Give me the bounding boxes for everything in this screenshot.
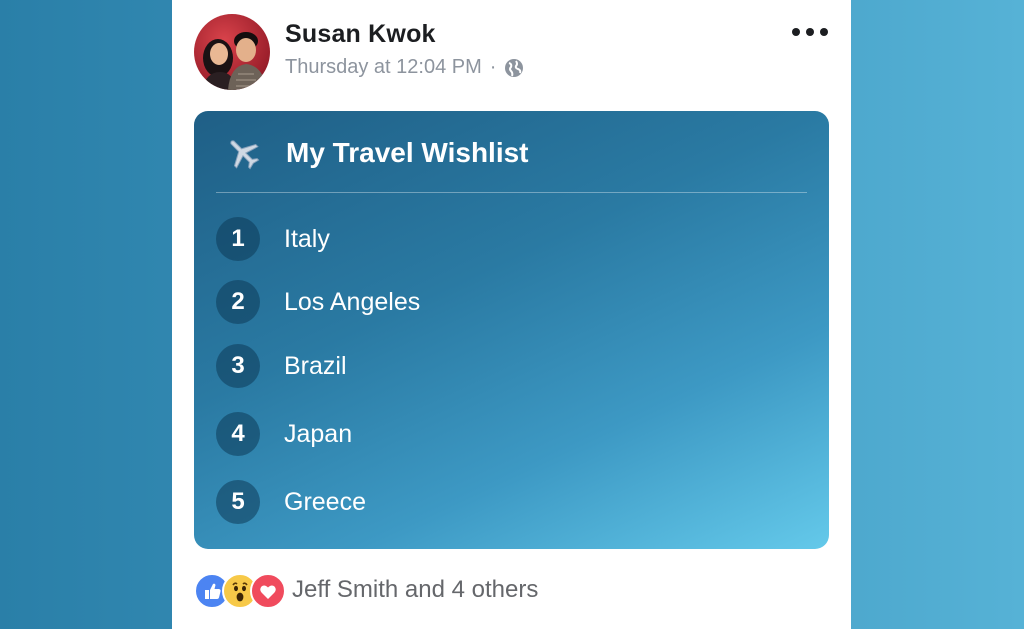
list-item-label: Greece — [284, 487, 366, 516]
avatar-photo — [202, 32, 266, 90]
reactions-summary[interactable]: Jeff Smith and 4 others — [292, 576, 538, 604]
list-item: 1 Italy — [216, 216, 330, 262]
post-meta: Thursday at 12:04 PM · — [285, 56, 524, 79]
list-item: 5 Greece — [216, 479, 366, 525]
list-divider — [216, 192, 807, 193]
list-item-number: 2 — [216, 280, 260, 324]
globe-icon[interactable] — [504, 58, 524, 78]
love-icon — [250, 573, 286, 609]
avatar[interactable] — [194, 14, 270, 90]
author-name[interactable]: Susan Kwok — [285, 20, 436, 49]
more-dot — [806, 28, 814, 36]
travel-wishlist-card[interactable]: My Travel Wishlist 1 Italy 2 Los Angeles… — [194, 111, 829, 549]
list-item: 2 Los Angeles — [216, 279, 420, 325]
list-item: 4 Japan — [216, 411, 352, 457]
reaction-icons[interactable] — [194, 573, 286, 609]
meta-separator: · — [489, 56, 497, 78]
list-item-number: 3 — [216, 344, 260, 388]
list-item-label: Los Angeles — [284, 287, 421, 316]
more-dot — [792, 28, 800, 36]
list-item-label: Italy — [284, 224, 330, 253]
airplane-icon — [224, 134, 262, 172]
list-item-label: Japan — [284, 419, 353, 448]
more-options-icon[interactable] — [792, 22, 828, 42]
list-item-number: 5 — [216, 480, 260, 524]
list-item-label: Brazil — [284, 351, 347, 380]
list-title: My Travel Wishlist — [286, 137, 529, 168]
post-card: Susan Kwok Thursday at 12:04 PM · My Tra… — [172, 0, 851, 629]
post-timestamp[interactable]: Thursday at 12:04 PM — [285, 56, 482, 79]
more-dot — [820, 28, 828, 36]
list-item: 3 Brazil — [216, 343, 347, 389]
list-item-number: 4 — [216, 412, 260, 456]
list-header: My Travel Wishlist — [224, 135, 529, 171]
list-item-number: 1 — [216, 217, 260, 261]
reactions-bar[interactable]: Jeff Smith and 4 others — [194, 572, 538, 609]
